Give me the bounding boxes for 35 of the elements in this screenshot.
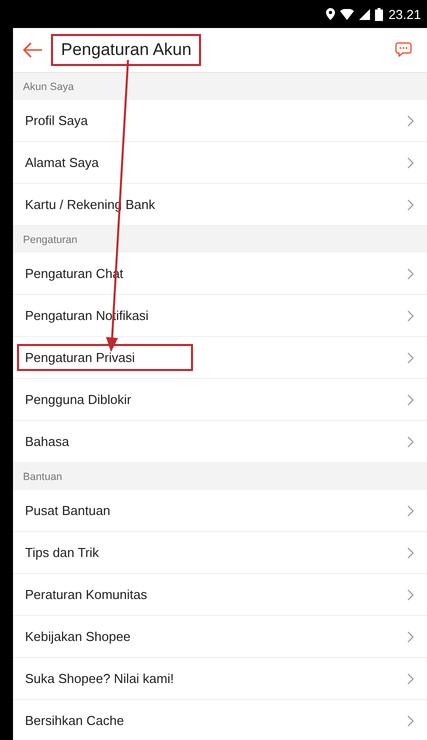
chevron-icon: [407, 436, 415, 448]
section-title: Akun Saya: [23, 80, 74, 92]
chevron-icon: [407, 394, 415, 406]
back-icon[interactable]: [23, 42, 43, 58]
chevron-icon: [407, 546, 415, 558]
item-label: Tips dan Trik: [24, 544, 100, 562]
chevron-icon: [407, 156, 415, 168]
item-label: Pusat Bantuan: [24, 502, 112, 520]
item-label: Pengguna Diblokir: [24, 391, 132, 409]
item-label: Bersihkan Cache: [24, 712, 125, 730]
chevron-icon: [407, 198, 415, 210]
chevron-icon: [407, 114, 415, 126]
chevron-icon: [407, 588, 415, 600]
chevron-icon: [407, 714, 415, 726]
item-label: Peraturan Komunitas: [24, 586, 148, 604]
item-label: Profil Saya: [24, 112, 89, 130]
wifi-icon: [340, 8, 354, 20]
signal-icon: [359, 8, 370, 20]
item-label: Pengaturan Privasi: [17, 344, 193, 371]
page-title: Pengaturan Akun: [51, 34, 202, 66]
section-title: Bantuan: [23, 470, 62, 482]
battery-icon: [375, 8, 384, 20]
chevron-icon: [407, 672, 415, 684]
item-label: Alamat Saya: [24, 154, 100, 172]
chevron-icon: [407, 504, 415, 516]
chevron-icon: [407, 630, 415, 642]
item-label: Suka Shopee? Nilai kami!: [24, 670, 175, 688]
item-label: Kebijakan Shopee: [24, 628, 132, 646]
section-title: Pengaturan: [23, 234, 78, 246]
location-icon: [326, 8, 336, 20]
item-label: Bahasa: [24, 433, 70, 451]
chevron-icon: [407, 268, 415, 280]
chevron-icon: [407, 352, 415, 364]
status-time: 23.21: [388, 6, 421, 22]
chevron-icon: [407, 310, 415, 322]
